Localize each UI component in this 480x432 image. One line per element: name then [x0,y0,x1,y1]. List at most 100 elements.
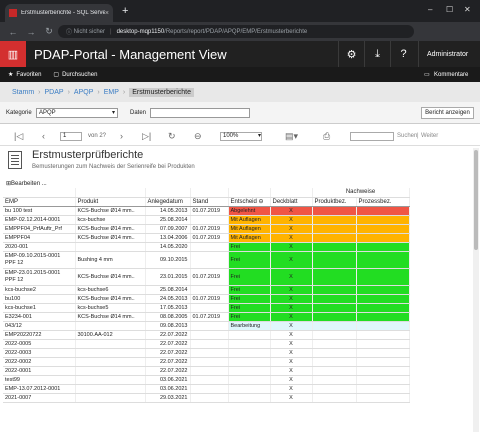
browser-tab[interactable]: Erstmusterberichte - SQL Server... × [5,4,113,22]
stand-cell [190,366,229,376]
daten-input[interactable] [150,108,250,118]
document-list-icon [8,151,22,169]
settings-gear-icon[interactable]: ⚙ [338,41,364,67]
sort-icon[interactable]: ⊖ [259,199,264,205]
prozessbez-cell [356,321,410,331]
back-to-parent-icon[interactable]: ⊖ [194,131,202,142]
date-cell: 08.08.2005 [145,312,191,322]
save-export-icon[interactable]: ▤▾ [285,131,298,142]
browse-link[interactable]: Durchsuchen [62,72,97,78]
deckblatt-cell: X [270,206,313,216]
emp-cell: 2021-0007 [3,393,76,403]
deckblatt-cell: X [270,294,313,304]
parameter-bar: Kategorie APQP ▾ Daten Bericht anzeigen [0,102,480,124]
back-icon[interactable]: ← [8,27,18,37]
emp-cell: test99 [3,375,76,385]
date-cell: 14.05.2020 [145,242,191,252]
stand-cell [190,384,229,394]
vertical-scrollbar[interactable] [473,148,479,432]
entscheid-cell: Frei [228,251,271,269]
forward-icon[interactable]: → [26,27,36,37]
table-row: EMP20220722 30100.AA-012 22.07.2022 X [3,330,410,340]
report-table: Nachweise EMP Produkt Anlegedatum Stand … [3,188,410,403]
tab-close-icon[interactable]: × [105,10,109,17]
deckblatt-cell: X [270,384,313,394]
address-bar[interactable]: ⓘ Nicht sicher | desktop-mqp1150 /Report… [58,25,414,38]
comments-link[interactable]: Kommentare [434,72,468,78]
last-page-icon[interactable]: ▷| [142,131,151,142]
deckblatt-cell: X [270,268,313,286]
run-report-button[interactable]: Bericht anzeigen [421,107,474,119]
col-emp[interactable]: EMP [3,197,76,207]
new-tab-button[interactable]: + [122,5,128,17]
favorites-link[interactable]: Favoriten [16,72,41,78]
report-title: Erstmusterprüfberichte [32,149,144,161]
date-cell: 13.04.2006 [145,233,191,243]
breadcrumb-emp[interactable]: EMP [104,89,119,96]
table-row: 2022-0003 22.07.2022 X [3,348,410,358]
deckblatt-cell: X [270,215,313,225]
col-produktbez[interactable]: Produktbez. [312,197,357,207]
scrollbar-thumb[interactable] [474,150,478,250]
bar-chart-logo-icon[interactable]: ▥ [0,41,26,67]
produktbez-cell [312,294,357,304]
table-row: EMP-23.01.2015-0001 PPF 12 KCS-Buchse Ø14… [3,268,410,286]
table-row: EMP-02.12.2014-0001 kcs-buchse 25.08.2014 M… [3,215,410,225]
col-entscheid[interactable]: Entscheid ⊖ [228,197,271,207]
prev-page-icon[interactable]: ‹ [42,131,45,141]
produkt-cell [75,348,146,358]
produkt-cell [75,393,146,403]
produkt-cell: KCS-Buchse Ø14 mm.. [75,206,146,216]
first-page-icon[interactable]: |◁ [14,131,23,142]
find-link[interactable]: Suchen [397,133,417,139]
produktbez-cell [312,393,357,403]
table-row: EMPPF04 KCS-Buchse Ø14 mm.. 13.04.2006 01.0… [3,233,410,243]
prozessbez-cell [356,303,410,313]
emp-cell: E3234-001 [3,312,76,322]
minimize-icon[interactable]: – [428,5,432,14]
find-next-link[interactable]: Weiter [421,133,438,139]
entscheid-cell: Frei [228,303,271,313]
produkt-cell [75,384,146,394]
emp-cell: EMP20220722 [3,330,76,340]
download-icon[interactable]: ⤓ [364,41,390,67]
page-number-input[interactable]: 1 [60,132,82,141]
zoom-select[interactable]: 100% ▾ [220,132,262,141]
prozessbez-cell [356,233,410,243]
stand-cell: 01.07.2019 [190,233,229,243]
col-anlegedatum[interactable]: Anlegedatum [145,197,191,207]
produktbez-cell [312,233,357,243]
entscheid-cell: Mit Auflagen [228,215,271,225]
entscheid-cell: Bearbeitung [228,321,271,331]
close-window-icon[interactable]: ✕ [464,5,471,14]
produktbez-cell [312,348,357,358]
breadcrumb-stamm[interactable]: Stamm [12,89,34,96]
refresh-icon[interactable]: ↻ [168,131,176,142]
prozessbez-cell [356,384,410,394]
help-icon[interactable]: ? [390,41,416,67]
breadcrumb-apqp[interactable]: APQP [74,89,93,96]
user-menu[interactable]: Administrator [418,41,480,67]
deckblatt-cell: X [270,339,313,349]
col-deckblatt[interactable]: Deckblatt [270,197,313,207]
emp-cell: 2022-0005 [3,339,76,349]
maximize-icon[interactable]: ☐ [446,5,453,14]
kategorie-select[interactable]: APQP ▾ [36,108,118,118]
edit-link[interactable]: ⊞Bearbeiten ... [6,180,47,187]
breadcrumb-pdap[interactable]: PDAP [45,89,64,96]
deckblatt-cell: X [270,251,313,269]
produktbez-cell [312,206,357,216]
find-input[interactable] [350,132,394,141]
col-prozessbez[interactable]: Prozessbez. [356,197,410,207]
favorites-star-icon: ★ [8,72,14,78]
col-produkt[interactable]: Produkt [75,197,146,207]
col-stand[interactable]: Stand [190,197,229,207]
stand-cell [190,393,229,403]
date-cell: 22.07.2022 [145,366,191,376]
prozessbez-cell [356,294,410,304]
print-icon[interactable]: ⎙ [323,131,330,142]
table-row: 2020-001 14.05.2020 Frei X [3,242,410,252]
entscheid-cell [228,393,271,403]
reload-icon[interactable]: ↻ [44,26,54,37]
next-page-icon[interactable]: › [120,131,123,141]
